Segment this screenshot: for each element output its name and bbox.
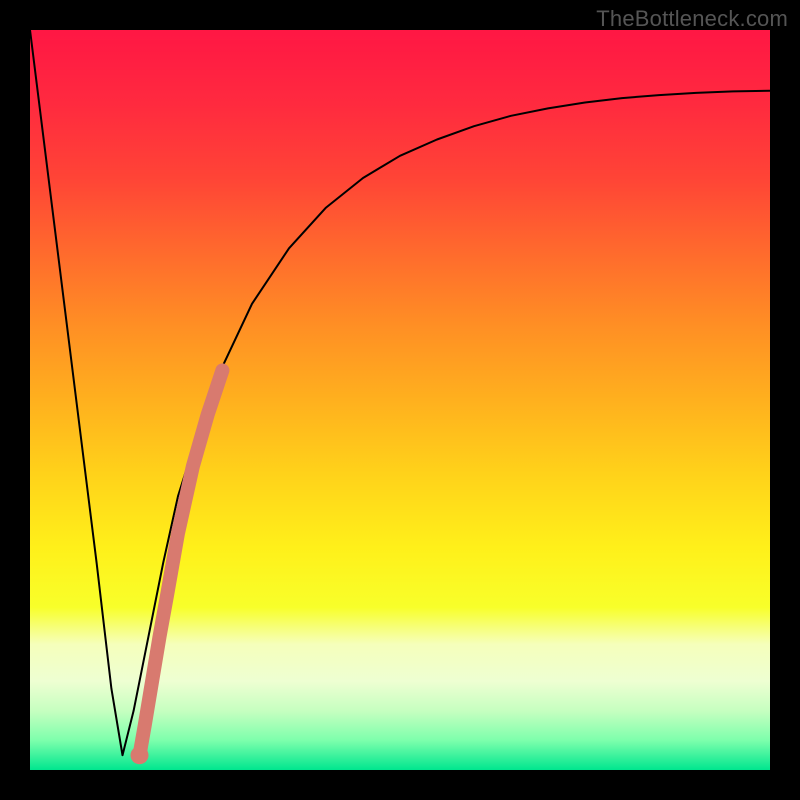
watermark-text: TheBottleneck.com [596, 6, 788, 32]
plot-area [30, 30, 770, 770]
chart-frame: TheBottleneck.com [0, 0, 800, 800]
bottleneck-curve [30, 30, 770, 755]
highlight-endpoint [131, 746, 149, 764]
curve-layer [30, 30, 770, 770]
highlight-segment [140, 370, 223, 755]
